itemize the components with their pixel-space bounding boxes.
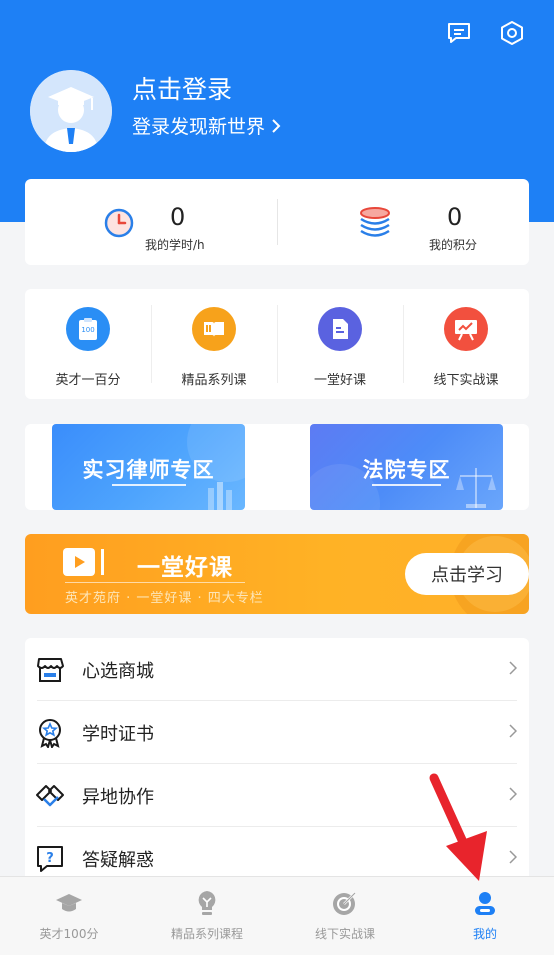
menu-label: 心选商城: [82, 661, 154, 682]
certificate-icon: [39, 719, 61, 748]
banner-title: 法院专区: [362, 458, 451, 482]
chevron-right-icon: [509, 724, 517, 738]
login-title[interactable]: 点击登录: [132, 70, 232, 106]
login-subtitle-text: 登录发现新世界: [132, 116, 266, 138]
chevron-right-icon: [509, 661, 517, 675]
feature-good-class[interactable]: 一堂好课: [277, 289, 403, 399]
divider: [37, 763, 517, 764]
chevron-right-icon: [272, 118, 281, 133]
login-subtitle[interactable]: 登录发现新世界: [132, 112, 281, 139]
promo-bar: [101, 549, 104, 575]
store-icon: [37, 658, 64, 682]
banner-court-zone[interactable]: 法院专区: [310, 424, 503, 510]
handshake-icon: [36, 785, 64, 807]
tab-label: 精品系列课程: [170, 927, 243, 941]
settings-icon[interactable]: [497, 18, 527, 48]
tab-label: 我的: [472, 927, 497, 941]
menu-label: 答疑解惑: [82, 850, 154, 871]
chevron-right-icon: [509, 787, 517, 801]
chevron-right-icon: [509, 850, 517, 864]
bottom-tab-bar: 英才100分 精品系列课程 线下实战课 我的: [0, 876, 554, 955]
promo-title: 一堂好课: [137, 555, 233, 581]
svg-text:100: 100: [81, 326, 94, 334]
tab-label: 线下实战课: [314, 927, 375, 941]
tab-mine[interactable]: 我的: [416, 877, 554, 955]
feature-label: 英才一百分: [55, 373, 121, 388]
presentation-icon: [444, 307, 488, 351]
banner-title: 实习律师专区: [82, 458, 215, 482]
user-icon: [475, 892, 495, 915]
tab-yingcai-100[interactable]: 英才100分: [0, 877, 138, 955]
svg-text:?: ?: [46, 851, 54, 866]
play-icon: [63, 548, 95, 576]
clipboard-100-icon: 100: [66, 307, 110, 351]
stat-study-hours[interactable]: 0 我的学时/h: [25, 179, 277, 265]
document-icon: [318, 307, 362, 351]
tab-label: 英才100分: [39, 927, 99, 941]
promo-banner[interactable]: 一堂好课 英才苑府 · 一堂好课 · 四大专栏 点击学习: [25, 534, 529, 614]
feature-label: 精品系列课: [181, 373, 247, 388]
banner-intern-lawyer[interactable]: 实习律师专区: [52, 424, 245, 510]
feature-label: 线下实战课: [433, 373, 499, 388]
target-icon: [333, 892, 356, 915]
menu-label: 异地协作: [82, 787, 154, 808]
avatar[interactable]: [30, 70, 112, 152]
feature-series-course[interactable]: 精品系列课: [151, 289, 277, 399]
feature-grid: 100 英才一百分 精品系列课 一堂好课 线下实战课: [25, 289, 529, 399]
banner-underline: [112, 484, 186, 486]
clock-icon: [104, 208, 134, 238]
coins-icon: [360, 207, 390, 237]
promo-subtitle: 英才苑府 · 一堂好课 · 四大专栏: [65, 591, 264, 606]
stats-card: 0 我的学时/h 0 我的积分: [25, 179, 529, 265]
stat-value: 0: [447, 203, 463, 231]
menu-label: 学时证书: [82, 724, 154, 745]
book-icon: [192, 307, 236, 351]
banner-underline: [372, 484, 441, 486]
start-learning-button[interactable]: 点击学习: [405, 553, 529, 595]
stat-points[interactable]: 0 我的积分: [277, 179, 529, 265]
lightbulb-icon: [198, 891, 216, 915]
menu-item-certificate[interactable]: 学时证书: [25, 702, 529, 764]
feature-label: 一堂好课: [313, 373, 366, 388]
promo-divider: [65, 582, 245, 583]
stat-label: 我的积分: [429, 238, 478, 252]
stat-label: 我的学时/h: [145, 238, 205, 252]
menu-item-store[interactable]: 心选商城: [25, 639, 529, 701]
tab-series-courses[interactable]: 精品系列课程: [138, 877, 276, 955]
menu-item-collaboration[interactable]: 异地协作: [25, 765, 529, 827]
tab-offline-course[interactable]: 线下实战课: [276, 877, 414, 955]
feature-offline-course[interactable]: 线下实战课: [403, 289, 529, 399]
graduation-cap-icon: [56, 894, 82, 912]
stat-value: 0: [170, 203, 186, 231]
question-icon: ?: [37, 846, 63, 872]
divider: [37, 826, 517, 827]
divider: [37, 700, 517, 701]
message-icon[interactable]: [444, 18, 474, 48]
feature-yingcai-100[interactable]: 100 英才一百分: [25, 289, 151, 399]
zone-banners: 实习律师专区 法院专区: [25, 424, 529, 510]
